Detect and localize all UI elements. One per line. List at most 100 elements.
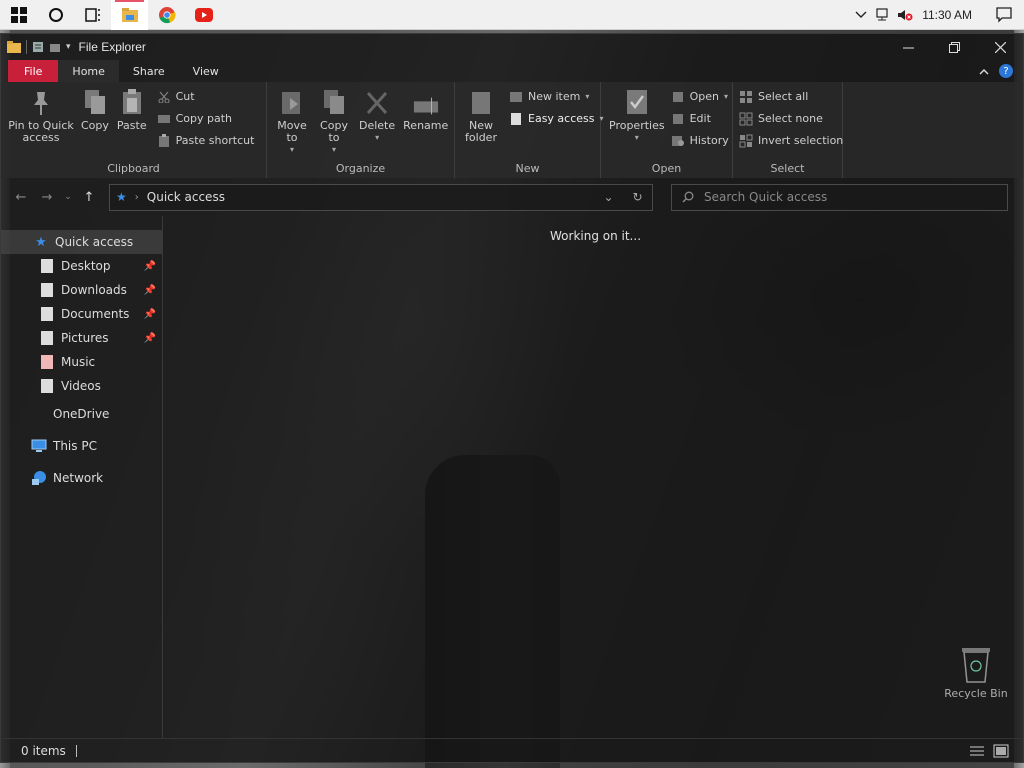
breadcrumb-chevron-icon[interactable]: › [135, 192, 139, 203]
desktop-folder-icon [41, 259, 53, 273]
nav-desktop-label: Desktop [61, 259, 111, 273]
select-none-button[interactable]: Select none [739, 110, 843, 127]
invert-selection-button[interactable]: Invert selection [739, 132, 843, 149]
close-icon [994, 41, 1006, 53]
copy-path-button[interactable]: Copy path [157, 110, 255, 127]
tab-share[interactable]: Share [119, 60, 179, 82]
file-explorer-window: ▾ File Explorer File Home Share View ? P… [0, 33, 1024, 763]
paste-icon [122, 89, 141, 114]
new-folder-qat-icon[interactable] [49, 41, 61, 53]
item-count: 0 items [21, 743, 66, 758]
new-folder-icon [472, 92, 490, 114]
address-dropdown-icon[interactable]: ⌄ [594, 190, 623, 204]
videos-folder-icon [41, 379, 53, 393]
pictures-folder-icon [41, 331, 53, 345]
nav-music[interactable]: Music [1, 350, 162, 374]
nav-quick-access[interactable]: ★ Quick access [1, 230, 162, 254]
collapse-ribbon-icon[interactable] [979, 68, 989, 75]
taskbar-chrome[interactable] [148, 0, 185, 30]
loading-message: Working on it... [550, 229, 642, 243]
ribbon-group-select: Select all Select none Invert selection … [733, 82, 843, 178]
nav-pictures-label: Pictures [61, 331, 109, 345]
open-button[interactable]: Open ▾ [671, 88, 729, 105]
tab-file[interactable]: File [8, 60, 59, 82]
network-globe-icon [32, 471, 46, 485]
star-icon: ★ [116, 190, 127, 204]
taskbar-clock[interactable]: 11:30 AM [916, 8, 984, 22]
close-button[interactable] [977, 34, 1023, 60]
taskbar-file-explorer[interactable] [111, 0, 148, 30]
select-group-label: Select [770, 162, 805, 175]
recent-locations-button[interactable]: ⌄ [63, 187, 73, 207]
rename-label: Rename [403, 119, 449, 132]
cortana-circle-icon [48, 7, 63, 22]
restore-button[interactable] [931, 34, 977, 60]
qat-dropdown-icon[interactable]: ▾ [66, 42, 71, 52]
search-box[interactable]: Search Quick access [671, 183, 1008, 211]
nav-onedrive[interactable]: OneDrive [1, 402, 162, 426]
tab-view[interactable]: View [179, 60, 233, 82]
navigation-bar: ← → ⌄ ↑ ★ › Quick access ⌄ ↻ Search Quic… [1, 178, 1023, 216]
status-divider [75, 744, 77, 757]
select-all-button[interactable]: Select all [739, 88, 843, 105]
minimize-icon [902, 47, 914, 48]
tab-home[interactable]: Home [58, 60, 119, 82]
edit-label: Edit [689, 112, 711, 125]
up-button[interactable]: ↑ [79, 187, 99, 207]
properties-qat-icon[interactable] [32, 41, 44, 53]
edit-button[interactable]: Edit [671, 110, 729, 127]
start-button[interactable] [0, 0, 37, 30]
pin-icon [34, 92, 48, 115]
forward-button[interactable]: → [37, 187, 57, 207]
pin-icon: 📌 [143, 308, 156, 320]
nav-this-pc[interactable]: This PC [1, 434, 162, 458]
nav-network[interactable]: Network [1, 466, 162, 490]
file-list-area[interactable]: Working on it... [163, 216, 1023, 738]
minimize-button[interactable] [885, 34, 931, 60]
title-bar[interactable]: ▾ File Explorer [1, 34, 1023, 60]
open-icon [672, 91, 683, 102]
refresh-icon[interactable]: ↻ [623, 190, 652, 204]
details-view-icon[interactable] [969, 744, 985, 758]
volume-muted-icon[interactable] [894, 0, 916, 30]
cortana-button[interactable] [37, 0, 74, 30]
nav-documents[interactable]: Documents 📌 [1, 302, 162, 326]
delete-x-icon [366, 91, 388, 115]
windows-icon [10, 6, 27, 23]
network-tray-icon[interactable] [872, 0, 894, 30]
cut-button[interactable]: Cut [157, 88, 255, 105]
new-item-button[interactable]: New item ▾ [509, 88, 604, 105]
nav-downloads[interactable]: Downloads 📌 [1, 278, 162, 302]
arrow-up-icon: ↑ [83, 189, 95, 205]
tray-chevron-up-icon[interactable] [850, 0, 872, 30]
copy-to-label: Copy to [320, 119, 348, 144]
taskbar-youtube[interactable] [185, 0, 222, 30]
move-to-label: Move to [277, 119, 307, 144]
new-folder-label: New folder [465, 119, 497, 144]
move-to-icon [282, 92, 300, 114]
easy-access-button[interactable]: Easy access ▾ [509, 110, 604, 127]
invert-selection-label: Invert selection [758, 134, 844, 147]
nav-music-label: Music [61, 355, 96, 369]
nav-pictures[interactable]: Pictures 📌 [1, 326, 162, 350]
address-bar[interactable]: ★ › Quick access ⌄ ↻ [109, 183, 653, 211]
task-view-button[interactable] [74, 0, 111, 30]
action-center-button[interactable] [984, 0, 1024, 30]
breadcrumb-quick-access[interactable]: Quick access [147, 190, 225, 204]
ribbon-group-open: Properties ▾ Open ▾ Edit History Open [601, 82, 733, 178]
help-icon[interactable]: ? [999, 64, 1013, 78]
paste-shortcut-button[interactable]: Paste shortcut [157, 132, 254, 149]
history-button[interactable]: History [671, 132, 729, 149]
nav-videos[interactable]: Videos [1, 374, 162, 398]
search-icon [682, 191, 694, 203]
easy-access-icon [511, 112, 521, 125]
select-all-icon [740, 90, 752, 103]
large-icons-view-icon[interactable] [993, 744, 1009, 758]
copy-path-icon [157, 114, 170, 123]
downloads-folder-icon [41, 283, 53, 297]
desktop-recycle-bin[interactable]: Recycle Bin [944, 644, 1008, 700]
new-item-icon [510, 91, 522, 102]
back-button[interactable]: ← [11, 187, 31, 207]
navigation-pane: ★ Quick access Desktop 📌 Downloads 📌 Doc… [1, 216, 163, 738]
nav-desktop[interactable]: Desktop 📌 [1, 254, 162, 278]
